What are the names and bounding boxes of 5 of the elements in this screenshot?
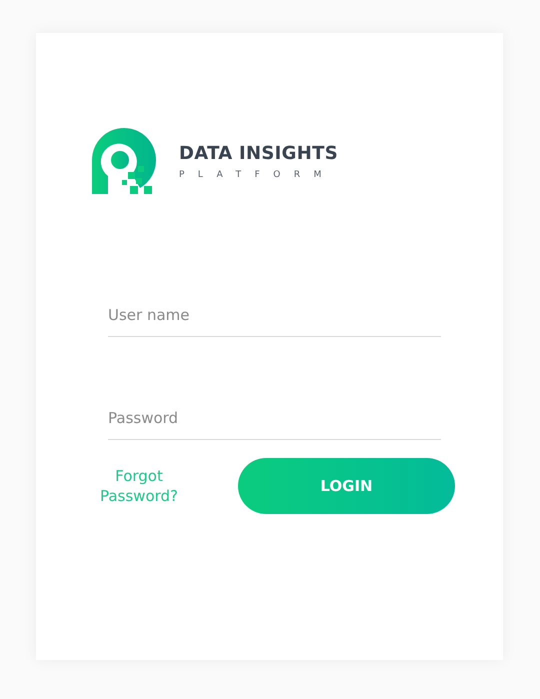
logo-icon bbox=[92, 128, 157, 194]
login-button[interactable]: LOGIN bbox=[238, 458, 455, 514]
forgot-password-link[interactable]: Forgot Password? bbox=[88, 466, 190, 506]
brand-title: DATA INSIGHTS bbox=[179, 142, 338, 164]
brand-subtitle: PLATFORM bbox=[179, 170, 336, 180]
